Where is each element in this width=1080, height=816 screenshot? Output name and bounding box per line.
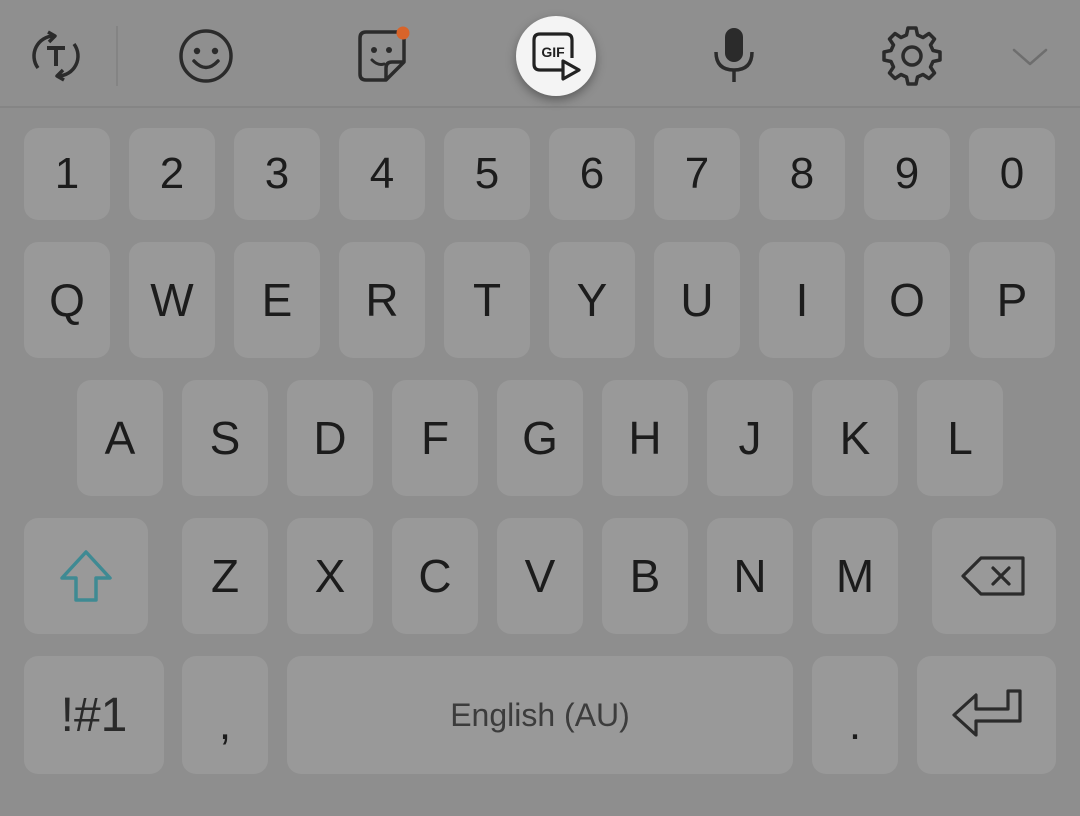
key-y[interactable]: Y bbox=[549, 242, 635, 358]
enter-icon bbox=[951, 689, 1022, 737]
gif-button[interactable]: GIF bbox=[516, 16, 596, 96]
key-k[interactable]: K bbox=[812, 380, 898, 496]
key-i[interactable]: I bbox=[759, 242, 845, 358]
emoji-icon[interactable] bbox=[174, 24, 238, 88]
settings-icon[interactable] bbox=[880, 24, 944, 88]
key-u[interactable]: U bbox=[654, 242, 740, 358]
key-9[interactable]: 9 bbox=[864, 128, 950, 220]
key-5[interactable]: 5 bbox=[444, 128, 530, 220]
enter-key[interactable] bbox=[917, 656, 1056, 774]
sticker-icon[interactable] bbox=[350, 24, 414, 88]
period-key[interactable]: . bbox=[812, 656, 898, 774]
key-s[interactable]: S bbox=[182, 380, 268, 496]
key-7[interactable]: 7 bbox=[654, 128, 740, 220]
translate-icon[interactable] bbox=[24, 24, 88, 88]
key-8[interactable]: 8 bbox=[759, 128, 845, 220]
shift-icon bbox=[60, 550, 112, 602]
key-4[interactable]: 4 bbox=[339, 128, 425, 220]
key-p[interactable]: P bbox=[969, 242, 1055, 358]
key-q[interactable]: Q bbox=[24, 242, 110, 358]
key-3[interactable]: 3 bbox=[234, 128, 320, 220]
backspace-icon bbox=[961, 556, 1025, 596]
key-g[interactable]: G bbox=[497, 380, 583, 496]
key-a[interactable]: A bbox=[77, 380, 163, 496]
shift-key[interactable] bbox=[24, 518, 148, 634]
key-z[interactable]: Z bbox=[182, 518, 268, 634]
key-d[interactable]: D bbox=[287, 380, 373, 496]
gif-label: GIF bbox=[541, 44, 565, 60]
key-e[interactable]: E bbox=[234, 242, 320, 358]
key-m[interactable]: M bbox=[812, 518, 898, 634]
key-h[interactable]: H bbox=[602, 380, 688, 496]
key-f[interactable]: F bbox=[392, 380, 478, 496]
key-w[interactable]: W bbox=[129, 242, 215, 358]
microphone-icon[interactable] bbox=[702, 24, 766, 88]
keyboard: GIF 1 2 3 4 5 6 7 8 9 0 Q W E R T Y U I … bbox=[0, 0, 1080, 816]
key-r[interactable]: R bbox=[339, 242, 425, 358]
space-key[interactable]: English (AU) bbox=[287, 656, 793, 774]
symbols-key[interactable]: !#1 bbox=[24, 656, 164, 774]
key-2[interactable]: 2 bbox=[129, 128, 215, 220]
key-c[interactable]: C bbox=[392, 518, 478, 634]
toolbar-divider bbox=[116, 26, 118, 86]
backspace-key[interactable] bbox=[932, 518, 1056, 634]
key-l[interactable]: L bbox=[917, 380, 1003, 496]
key-b[interactable]: B bbox=[602, 518, 688, 634]
key-j[interactable]: J bbox=[707, 380, 793, 496]
key-v[interactable]: V bbox=[497, 518, 583, 634]
gif-icon: GIF bbox=[532, 32, 581, 81]
key-6[interactable]: 6 bbox=[549, 128, 635, 220]
key-1[interactable]: 1 bbox=[24, 128, 110, 220]
key-0[interactable]: 0 bbox=[969, 128, 1055, 220]
key-o[interactable]: O bbox=[864, 242, 950, 358]
key-n[interactable]: N bbox=[707, 518, 793, 634]
key-x[interactable]: X bbox=[287, 518, 373, 634]
chevron-down-icon[interactable] bbox=[998, 24, 1062, 88]
keyboard-toolbar: GIF bbox=[0, 0, 1080, 108]
comma-key[interactable]: , bbox=[182, 656, 268, 774]
key-t[interactable]: T bbox=[444, 242, 530, 358]
